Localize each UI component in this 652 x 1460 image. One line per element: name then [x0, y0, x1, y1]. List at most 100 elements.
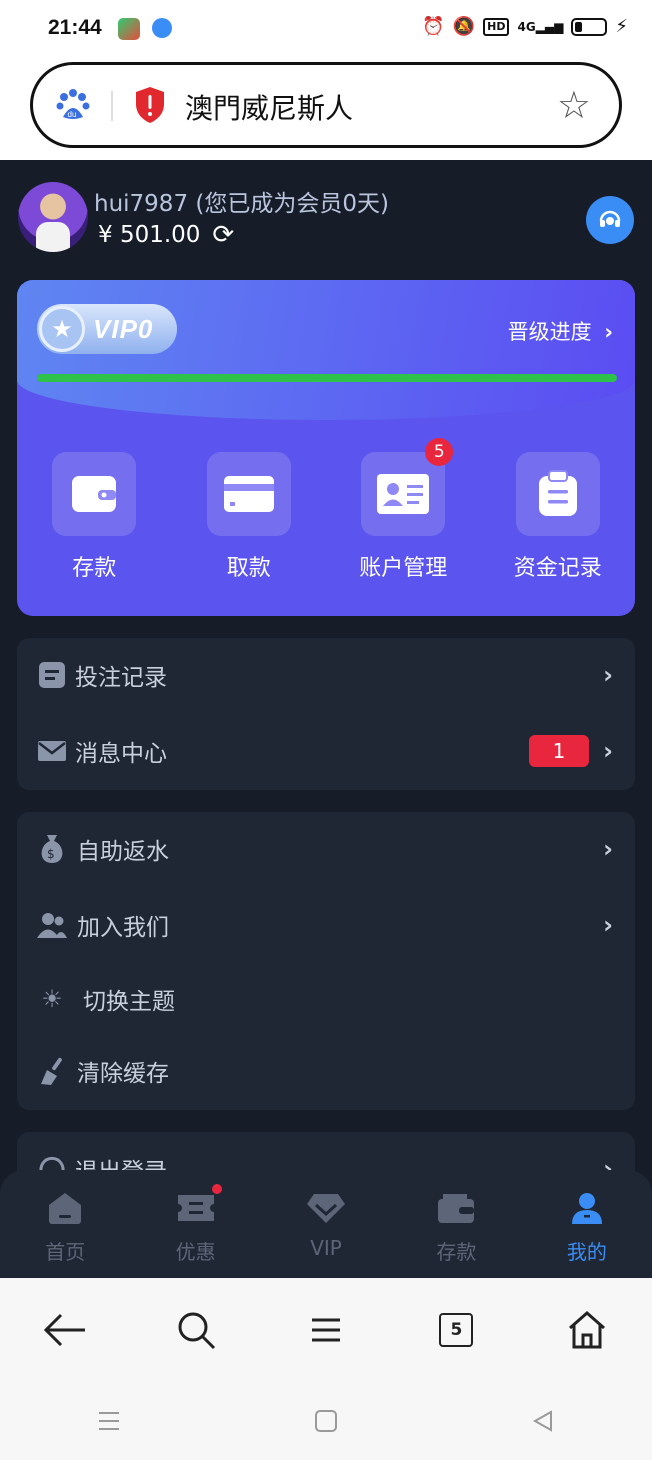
action-deposit-icon-box [52, 452, 137, 536]
search-button[interactable] [166, 1300, 226, 1360]
hamburger-menu-icon [311, 1318, 340, 1342]
mail-icon [37, 736, 67, 766]
menu-switch-theme[interactable]: ☀ 切换主题 [17, 964, 635, 1034]
menu-message-center[interactable]: 消息中心 1 › [17, 716, 635, 786]
tab-promotions-label: 优惠 [175, 1240, 216, 1264]
search-icon [178, 1312, 215, 1350]
action-deposit-label: 存款 [72, 556, 117, 581]
system-navigation-bar [0, 1382, 652, 1460]
diamond-icon [306, 1190, 346, 1226]
menu-self-rebate-label: 自助返水 [77, 839, 169, 865]
back-nav-button[interactable] [513, 1396, 573, 1446]
tab-mine-label: 我的 [566, 1240, 607, 1264]
username: hui7987 (您已成为会员0天) [94, 191, 389, 217]
browser-toolbar: 5 [0, 1278, 652, 1382]
profile-header: hui7987 (您已成为会员0天) ¥ 501.00 ⟳ [18, 182, 634, 252]
menu-self-rebate[interactable]: $ 自助返水 › [17, 814, 635, 884]
quick-actions: 存款 取款 账户管理 5 资金记录 [17, 438, 635, 592]
tab-count: 5 [450, 1320, 463, 1340]
charging-icon: ⚡ [615, 16, 628, 37]
vip-card-header: ★ VIP0 晋级进度 › [17, 280, 635, 420]
tab-promotions[interactable]: 优惠 [130, 1170, 260, 1278]
star-icon: ★ [39, 306, 85, 352]
menu-panel-services: $ 自助返水 › 加入我们 › ☀ 切换主题 清除缓存 [17, 812, 635, 1110]
tab-deposit[interactable]: 存款 [391, 1170, 521, 1278]
alarm-icon: ⏰ [422, 16, 445, 37]
menu-message-center-label: 消息中心 [75, 741, 167, 767]
user-icon [567, 1190, 607, 1226]
vip-progress-bar [37, 374, 617, 382]
security-shield-icon[interactable] [133, 85, 167, 125]
menu-bet-records[interactable]: 投注记录 › [17, 640, 635, 710]
action-account-management[interactable]: 账户管理 5 [333, 438, 473, 592]
tab-home[interactable]: 首页 [0, 1170, 130, 1278]
tab-vip-label: VIP [310, 1236, 342, 1260]
chevron-right-icon: › [603, 835, 613, 863]
action-records-label: 资金记录 [513, 556, 602, 581]
status-time: 21:44 [48, 16, 102, 39]
svg-text:$: $ [47, 847, 55, 861]
vip-level-badge: ★ VIP0 [37, 304, 177, 354]
arrow-left-icon [44, 1313, 86, 1347]
action-withdraw[interactable]: 取款 [179, 452, 319, 592]
page-title[interactable]: 澳門威尼斯人 [185, 87, 353, 127]
tab-mine[interactable]: 我的 [522, 1170, 652, 1278]
browser-app-icon [152, 18, 172, 38]
vip-progress-fill [37, 374, 617, 382]
menu-join-us[interactable]: 加入我们 › [17, 890, 635, 960]
tab-deposit-label: 存款 [436, 1240, 477, 1264]
ticket-icon [176, 1190, 216, 1226]
menu-switch-theme-label: 切换主题 [83, 989, 175, 1015]
avatar[interactable] [18, 182, 88, 252]
customer-service-button[interactable] [586, 196, 634, 244]
balance-amount: ¥ 501.00 [98, 222, 201, 248]
chevron-right-icon: › [603, 661, 613, 689]
tabs-button[interactable]: 5 [426, 1300, 486, 1360]
tab-home-label: 首页 [45, 1240, 86, 1264]
chevron-right-icon: › [603, 911, 613, 939]
menu-bet-records-label: 投注记录 [75, 665, 167, 691]
tab-vip[interactable]: VIP [261, 1170, 391, 1278]
action-account-label: 账户管理 [359, 556, 448, 581]
tab-count-icon: 5 [439, 1313, 474, 1347]
menu-clear-cache[interactable]: 清除缓存 [17, 1036, 635, 1106]
video-app-icon [118, 18, 140, 40]
home-nav-button[interactable] [296, 1396, 356, 1446]
clipboard-icon [538, 470, 577, 516]
action-fund-records[interactable]: 资金记录 [488, 452, 628, 592]
vip-card: ★ VIP0 晋级进度 › 存款 取款 账户管理 5 资金记录 [17, 280, 635, 616]
status-bar: 21:44 ⏰ 🔕 HD 4G▂▄▆ ⚡ [0, 0, 652, 58]
action-withdraw-icon-box [206, 452, 291, 536]
battery-icon [571, 18, 608, 36]
bottom-tab-bar: 首页 优惠 VIP 存款 我的 [0, 1170, 652, 1278]
account-notification-badge: 5 [425, 438, 454, 466]
back-button[interactable] [35, 1300, 95, 1360]
promotions-notification-dot [212, 1184, 223, 1194]
chevron-right-icon: › [604, 320, 613, 344]
document-icon [37, 660, 67, 690]
home-button[interactable] [557, 1300, 617, 1360]
upgrade-progress-link[interactable]: 晋级进度 › [508, 316, 613, 346]
bookmark-star-icon[interactable]: ☆ [557, 83, 591, 127]
network-type: 4G [517, 20, 536, 34]
menu-button[interactable] [296, 1300, 356, 1360]
baidu-paw-icon[interactable]: du [55, 87, 91, 123]
hd-icon: HD [483, 18, 510, 36]
home-icon [568, 1310, 605, 1349]
menu-panel-records: 投注记录 › 消息中心 1 › [17, 638, 635, 790]
broom-icon [37, 1056, 67, 1086]
wallet-icon [72, 476, 117, 512]
money-bag-icon: $ [37, 834, 67, 864]
home-icon [45, 1190, 85, 1226]
action-deposit[interactable]: 存款 [24, 452, 164, 592]
id-card-icon [377, 474, 430, 514]
address-bar[interactable]: du 澳門威尼斯人 ☆ [30, 62, 622, 148]
triangle-back-icon [533, 1410, 553, 1432]
refresh-icon[interactable]: ⟳ [212, 222, 234, 248]
users-icon [37, 910, 67, 940]
recent-apps-button[interactable] [79, 1396, 139, 1446]
status-icons: ⏰ 🔕 HD 4G▂▄▆ ⚡ [422, 16, 628, 38]
signal-icon: 4G▂▄▆ [517, 20, 564, 34]
wallet-icon [436, 1190, 476, 1226]
member-page: hui7987 (您已成为会员0天) ¥ 501.00 ⟳ ★ VIP0 晋级进… [0, 160, 652, 1278]
